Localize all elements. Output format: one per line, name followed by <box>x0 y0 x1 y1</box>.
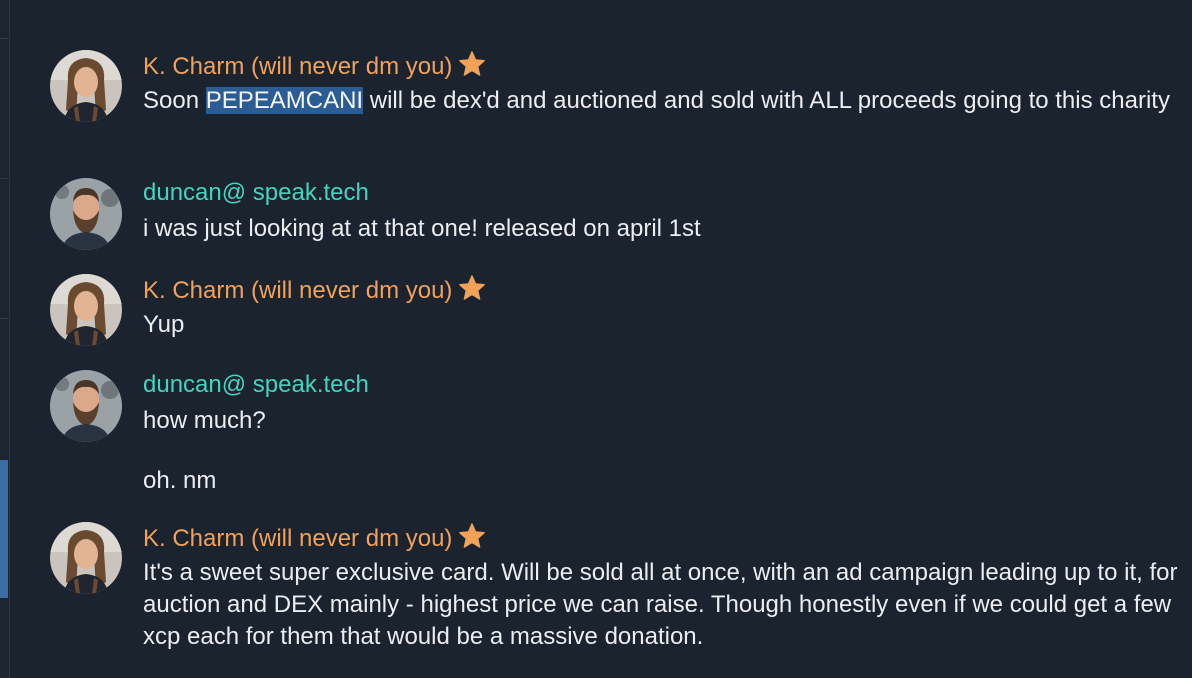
message-text: i was just looking at at that one! relea… <box>143 215 701 242</box>
divider <box>0 318 9 319</box>
avatar[interactable] <box>50 370 122 442</box>
avatar[interactable] <box>50 522 122 594</box>
author-label[interactable]: duncan@ speak.tech <box>143 371 369 398</box>
message-body: K. Charm (will never dm you) Yup <box>143 274 1192 341</box>
message-body: duncan@ speak.tech how much? oh. nm <box>143 370 1192 497</box>
scrollbar-thumb[interactable] <box>0 460 8 598</box>
avatar[interactable] <box>50 274 122 346</box>
selected-text[interactable]: PEPEAMCANI <box>205 87 364 114</box>
left-panel-edge <box>0 0 10 678</box>
author-label[interactable]: duncan@ speak.tech <box>143 179 369 206</box>
avatar[interactable] <box>50 178 122 250</box>
author-name[interactable]: K. Charm (will never dm you) <box>143 50 1192 80</box>
message-text: It's a sweet super exclusive card. Will … <box>143 559 1178 650</box>
star-icon <box>458 522 486 558</box>
text-segment: will be dex'd and auctioned and sold wit… <box>363 87 1170 114</box>
text-segment: Soon <box>143 87 206 114</box>
divider <box>0 178 9 179</box>
message-text: Yup <box>143 311 185 338</box>
message-text: how much? <box>143 407 266 434</box>
author-name[interactable]: duncan@ speak.tech <box>143 370 1192 400</box>
chat-window: K. Charm (will never dm you) Soon PEPEAM… <box>0 0 1192 678</box>
star-icon <box>458 50 486 86</box>
author-label[interactable]: K. Charm (will never dm you) <box>143 277 452 304</box>
author-name[interactable]: K. Charm (will never dm you) <box>143 522 1192 552</box>
divider <box>0 38 9 39</box>
avatar[interactable] <box>50 50 122 122</box>
message-body: duncan@ speak.tech i was just looking at… <box>143 178 1192 245</box>
message-body: K. Charm (will never dm you) It's a swee… <box>143 522 1192 653</box>
author-name[interactable]: duncan@ speak.tech <box>143 178 1192 208</box>
star-icon <box>458 274 486 310</box>
message-text: Soon PEPEAMCANI will be dex'd and auctio… <box>143 85 1192 117</box>
author-label[interactable]: K. Charm (will never dm you) <box>143 525 452 552</box>
message-text: oh. nm <box>143 467 217 494</box>
author-name[interactable]: K. Charm (will never dm you) <box>143 274 1192 304</box>
author-label[interactable]: K. Charm (will never dm you) <box>143 53 452 80</box>
message-body: K. Charm (will never dm you) Soon PEPEAM… <box>143 50 1192 117</box>
